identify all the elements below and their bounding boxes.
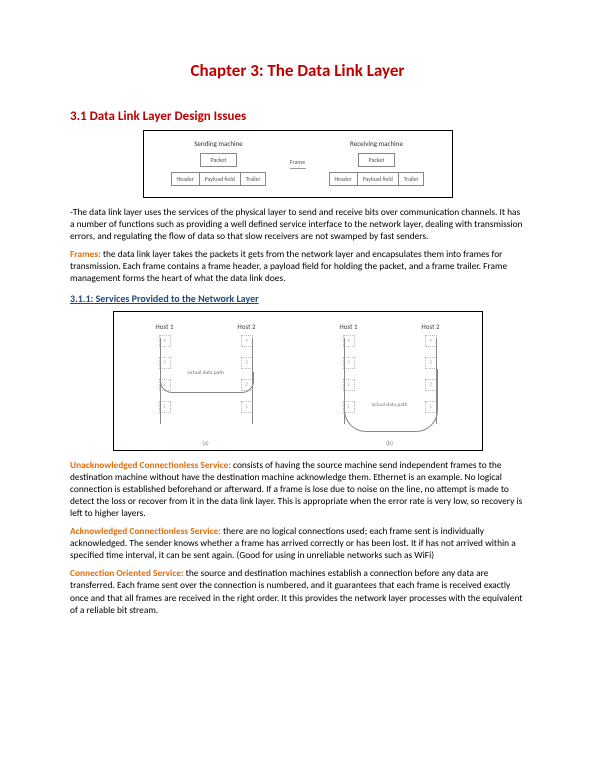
host1-label-b: Host 1 <box>339 322 357 331</box>
host2-label-a: Host 2 <box>237 322 255 331</box>
figure-services: Host 1 4321 Host 2 4321 virtual data pat… <box>113 311 483 451</box>
paragraph-intro: -The data link layer uses the services o… <box>70 206 525 242</box>
frame-payload-2: Payload field <box>358 173 399 185</box>
actual-path-label: actual data path <box>368 402 412 408</box>
term-ack-connectionless: Acknowledged Connectionless Service: <box>70 525 221 537</box>
paragraph-frames: Frames: the data link layer takes the pa… <box>70 248 525 284</box>
chapter-title: Chapter 3: The Data Link Layer <box>70 60 525 81</box>
receiving-machine: Receiving machine Packet Header Payload … <box>318 139 436 189</box>
virtual-path-label: virtual data path <box>184 370 228 376</box>
packet-box: Packet <box>200 153 238 167</box>
frame-trailer-2: Trailer <box>399 173 424 185</box>
frame-label: Frame <box>290 158 305 166</box>
receiving-label: Receiving machine <box>350 139 403 148</box>
section-title-3-1: 3.1 Data Link Layer Design Issues <box>70 109 525 124</box>
term-connection-oriented: Connection Oriented Service: <box>70 567 184 579</box>
paragraph-connection-oriented: Connection Oriented Service: the source … <box>70 567 525 615</box>
host1-label-a: Host 1 <box>155 322 173 331</box>
frame-arrow: Frame <box>285 139 311 189</box>
host2-label-b: Host 2 <box>421 322 439 331</box>
sending-machine: Sending machine Packet Header Payload fi… <box>160 139 278 189</box>
frame-row-2: Header Payload field Trailer <box>329 172 425 186</box>
sublabel-b: (b) <box>298 439 482 447</box>
frame-header-2: Header <box>330 173 358 185</box>
text-frames: the data link layer takes the packets it… <box>70 248 507 284</box>
sublabel-a: (a) <box>114 439 298 447</box>
sending-label: Sending machine <box>194 139 243 148</box>
figure-frame-structure: Sending machine Packet Header Payload fi… <box>143 130 453 198</box>
frame-header: Header <box>172 173 200 185</box>
page: Chapter 3: The Data Link Layer 3.1 Data … <box>0 0 595 662</box>
subfigure-a: Host 1 4321 Host 2 4321 virtual data pat… <box>114 312 298 450</box>
term-unack-connectionless: Unacknowledged Connectionless Service: <box>70 459 231 471</box>
term-frames: Frames: <box>70 248 101 260</box>
paragraph-ack-connectionless: Acknowledged Connectionless Service: the… <box>70 525 525 561</box>
subsection-3-1-1: 3.1.1: Services Provided to the Network … <box>70 292 525 305</box>
paragraph-unack-connectionless: Unacknowledged Connectionless Service: c… <box>70 459 525 519</box>
subfigure-b: Host 1 4321 Host 2 4321 actual data path… <box>298 312 482 450</box>
frame-trailer: Trailer <box>241 173 266 185</box>
frame-payload: Payload field <box>200 173 241 185</box>
packet-box-2: Packet <box>358 153 396 167</box>
frame-row: Header Payload field Trailer <box>171 172 267 186</box>
